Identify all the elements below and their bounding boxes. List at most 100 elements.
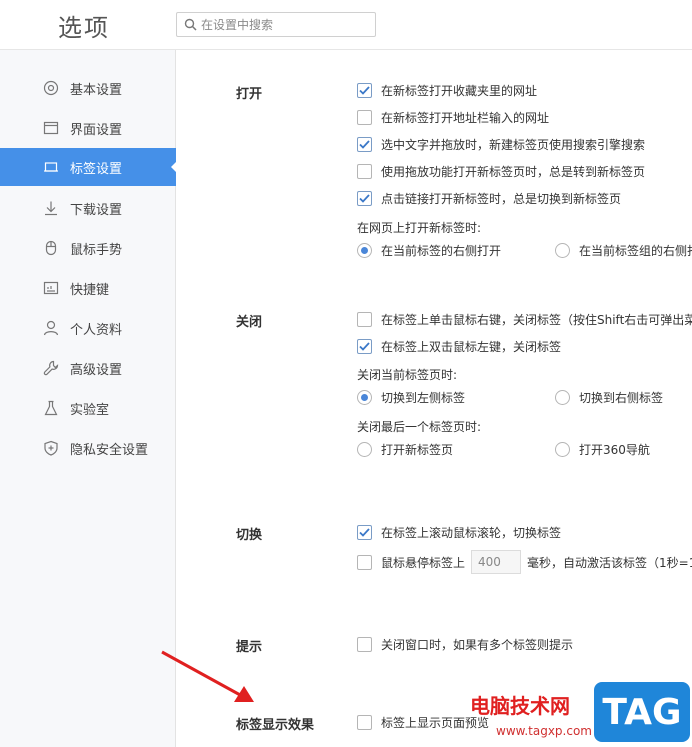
sidebar-item-label: 隐私安全设置: [70, 442, 149, 458]
checkbox-checked[interactable]: [357, 136, 372, 152]
option-label: 选中文字并拖放时，新建标签页使用搜索引擎搜索: [381, 137, 646, 152]
sidebar-item-label: 界面设置: [70, 122, 123, 138]
radio-unchecked[interactable]: [357, 441, 372, 457]
checkbox-unchecked[interactable]: [357, 636, 372, 652]
radio-row[interactable]: 在当前标签组的右侧打开: [555, 240, 692, 260]
search-box[interactable]: [176, 12, 376, 37]
sidebar-item-lab[interactable]: 实验室: [0, 389, 176, 427]
wrench-icon: [42, 359, 60, 377]
checkbox-row[interactable]: 使用拖放功能打开新标签页时，总是转到新标签页: [357, 161, 645, 181]
settings-content: 打开 在新标签打开收藏夹里的网址 在新标签打开地址栏输入的网址 选中文字并拖放时…: [177, 50, 692, 747]
watermark: 电脑技术网 www.tagxp.com TAG: [470, 682, 692, 747]
checkbox-checked[interactable]: [357, 524, 372, 540]
checkbox-unchecked[interactable]: [357, 109, 372, 125]
option-label: 在标签上双击鼠标左键，关闭标签: [381, 339, 562, 354]
sidebar-item-mouse[interactable]: 鼠标手势: [0, 229, 176, 267]
checkbox-unchecked[interactable]: [357, 311, 372, 327]
checkbox-row[interactable]: 在新标签打开地址栏输入的网址: [357, 107, 549, 127]
checkbox-row[interactable]: 在标签上双击鼠标左键，关闭标签: [357, 336, 561, 356]
option-label: 毫秒，自动激活该标签（1秒=1000毫秒）: [527, 555, 692, 570]
shield-icon: [42, 439, 60, 457]
option-label: 在标签上单击鼠标右键，关闭标签（按住Shift右击可弹出菜单）: [381, 312, 692, 327]
person-icon: [42, 319, 60, 337]
radio-row[interactable]: 打开新标签页: [357, 439, 453, 459]
sidebar-item-basic[interactable]: 基本设置: [0, 69, 176, 107]
download-icon: [42, 199, 60, 217]
annotation-arrow-icon: [161, 650, 254, 702]
checkbox-row[interactable]: 点击链接打开新标签时，总是切换到新标签页: [357, 188, 621, 208]
flask-icon: [42, 399, 60, 417]
sidebar-item-label: 鼠标手势: [70, 242, 123, 258]
radio-row[interactable]: 切换到右侧标签: [555, 387, 663, 407]
radio-unchecked[interactable]: [555, 389, 570, 405]
sidebar-item-download[interactable]: 下载设置: [0, 189, 176, 227]
radio-row[interactable]: 切换到左侧标签: [357, 387, 465, 407]
sidebar-item-privacy[interactable]: 隐私安全设置: [0, 429, 176, 467]
hover-delay-input[interactable]: 400: [471, 550, 522, 574]
checkbox-checked[interactable]: [357, 82, 372, 98]
sidebar-item-shortcuts[interactable]: 快捷键: [0, 269, 176, 307]
checkbox-row[interactable]: 选中文字并拖放时，新建标签页使用搜索引擎搜索: [357, 134, 645, 154]
search-icon: [184, 18, 197, 31]
section-title-switch: 切换: [236, 528, 263, 543]
section-title-close: 关闭: [236, 315, 263, 330]
option-label: 在新标签打开地址栏输入的网址: [381, 110, 550, 125]
window-icon: [42, 119, 60, 137]
checkbox-checked[interactable]: [357, 338, 372, 354]
radio-checked[interactable]: [357, 389, 372, 405]
checkbox-row[interactable]: 关闭窗口时，如果有多个标签则提示: [357, 634, 573, 654]
keyboard-icon: [42, 279, 60, 297]
option-label: 在标签上滚动鼠标滚轮，切换标签: [381, 525, 562, 540]
radio-label: 打开新标签页: [381, 442, 454, 457]
checkbox-row[interactable]: 在标签上单击鼠标右键，关闭标签（按住Shift右击可弹出菜单）: [357, 309, 692, 329]
radio-label: 在当前标签组的右侧打开: [579, 243, 692, 258]
checkbox-row[interactable]: 在新标签打开收藏夹里的网址: [357, 80, 537, 100]
sidebar-item-label: 实验室: [70, 402, 110, 418]
search-input[interactable]: [201, 17, 371, 32]
radio-row[interactable]: 打开360导航: [555, 439, 650, 459]
radio-label: 在当前标签的右侧打开: [381, 243, 502, 258]
sidebar-item-label: 下载设置: [70, 202, 123, 218]
hover-activate-row[interactable]: 鼠标悬停标签上 400 毫秒，自动激活该标签（1秒=1000毫秒）: [357, 550, 692, 574]
radio-label: 切换到左侧标签: [381, 390, 466, 405]
sidebar-item-label: 个人资料: [70, 322, 123, 338]
section-title-display: 标签显示效果: [236, 718, 315, 733]
sidebar-item-label: 基本设置: [70, 82, 123, 98]
checkbox-row[interactable]: 在标签上滚动鼠标滚轮，切换标签: [357, 522, 561, 542]
option-label: 在新标签打开收藏夹里的网址: [381, 83, 538, 98]
sidebar-item-interface[interactable]: 界面设置: [0, 109, 176, 147]
radio-checked[interactable]: [357, 242, 372, 258]
checkbox-unchecked[interactable]: [357, 554, 372, 570]
option-label: 点击链接打开新标签时，总是切换到新标签页: [381, 191, 622, 206]
radio-unchecked[interactable]: [555, 441, 570, 457]
radio-label: 切换到右侧标签: [579, 390, 664, 405]
sidebar-item-label: 快捷键: [70, 282, 110, 298]
radio-label: 打开360导航: [579, 442, 650, 457]
sub-label: 在网页上打开新标签时:: [357, 221, 482, 235]
radio-unchecked[interactable]: [555, 242, 570, 258]
option-label: 使用拖放功能打开新标签页时，总是转到新标签页: [381, 164, 646, 179]
sidebar-item-advanced[interactable]: 高级设置: [0, 349, 176, 387]
watermark-tag-logo: TAG: [594, 682, 690, 742]
page-title: 选项: [58, 14, 110, 42]
settings-circle-icon: [42, 79, 60, 97]
mouse-icon: [42, 239, 60, 257]
options-header: 选项: [0, 0, 692, 50]
sidebar-item-label: 高级设置: [70, 362, 123, 378]
option-label: 鼠标悬停标签上: [381, 555, 466, 570]
sidebar-item-tabs[interactable]: 标签设置: [0, 148, 177, 186]
watermark-text: 电脑技术网: [470, 694, 570, 718]
checkbox-checked[interactable]: [357, 190, 372, 206]
checkbox-unchecked[interactable]: [357, 163, 372, 179]
tab-icon: [42, 158, 60, 176]
sidebar-item-label: 标签设置: [70, 161, 123, 177]
section-title-open: 打开: [236, 87, 263, 102]
sub-label: 关闭最后一个标签页时:: [357, 420, 482, 434]
sub-label: 关闭当前标签页时:: [357, 368, 458, 382]
checkbox-unchecked[interactable]: [357, 714, 372, 730]
watermark-url: www.tagxp.com: [496, 724, 592, 738]
radio-row[interactable]: 在当前标签的右侧打开: [357, 240, 501, 260]
sidebar: 基本设置 界面设置 标签设置 下载设置 鼠标手势 快捷键 个人资料 高级设置 实…: [0, 50, 177, 747]
sidebar-item-profile[interactable]: 个人资料: [0, 309, 176, 347]
option-label: 关闭窗口时，如果有多个标签则提示: [381, 637, 574, 652]
